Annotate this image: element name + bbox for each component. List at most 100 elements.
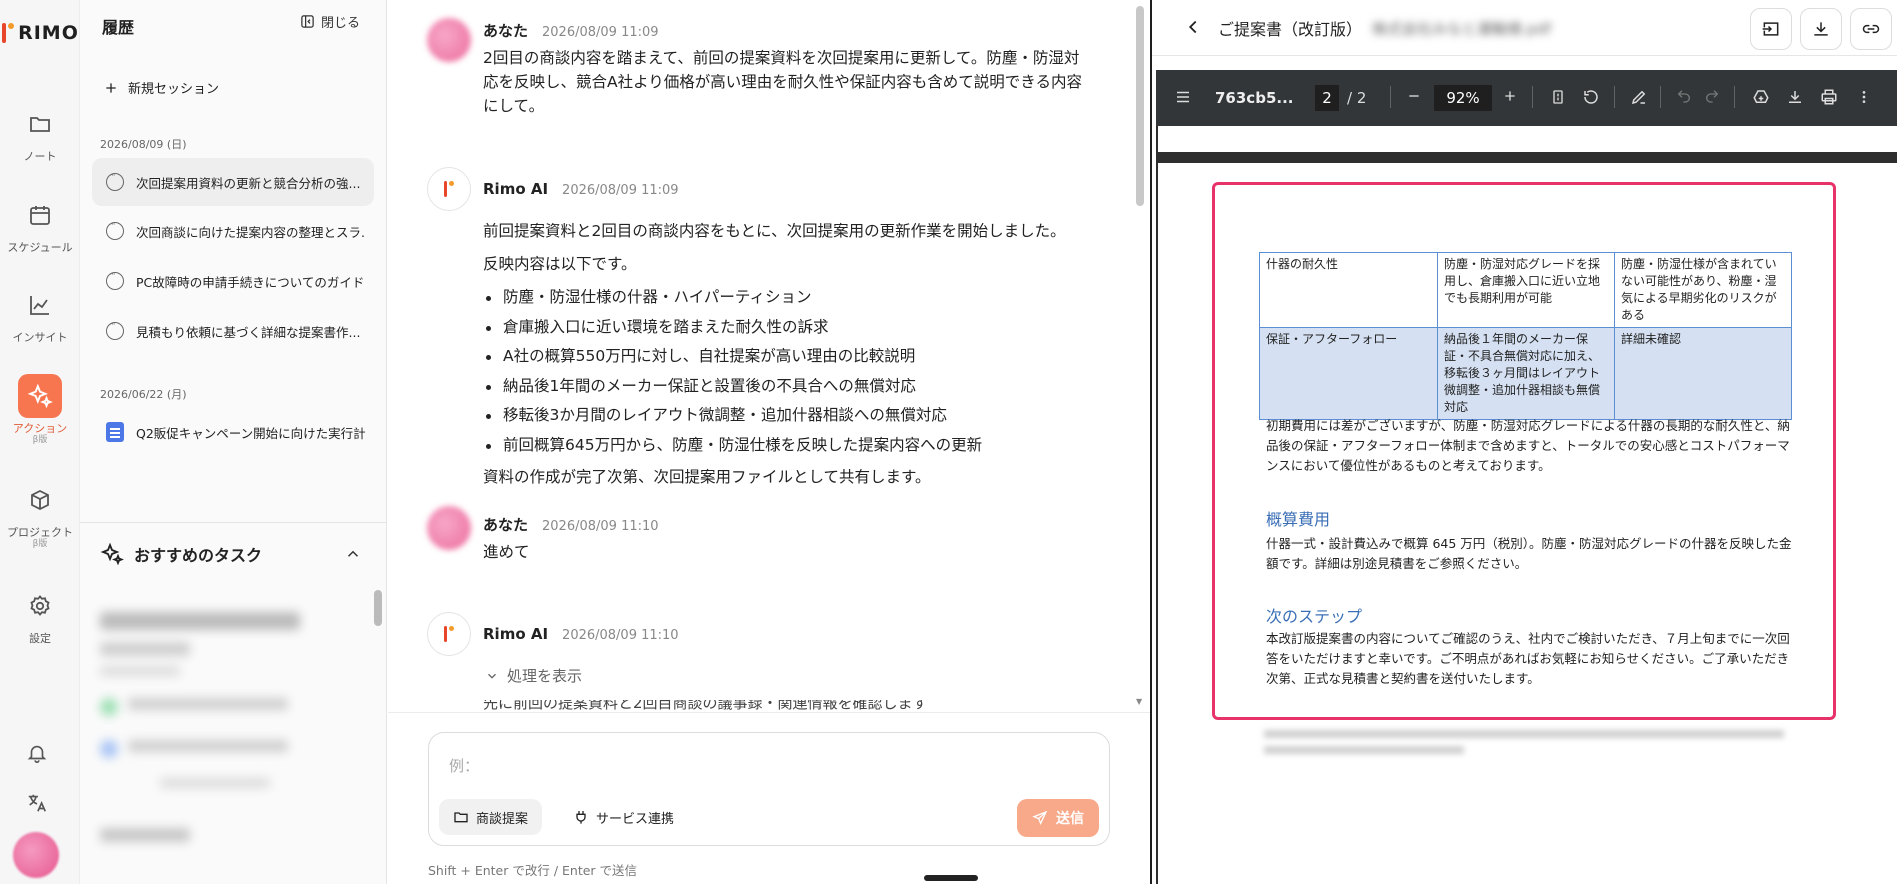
table-cell: 詳細未確認	[1614, 327, 1792, 420]
print-icon[interactable]	[1820, 88, 1838, 110]
close-history-button[interactable]: 閉じる	[300, 12, 360, 31]
drive-save-icon[interactable]	[1752, 88, 1770, 110]
ai-avatar	[427, 167, 471, 211]
doc-paragraph: 什器一式・設計費込みで概算 645 万円（税別）。防塵・防湿対応グレードの什器を…	[1266, 536, 1792, 571]
message-timestamp: 2026/08/09 11:09	[542, 25, 659, 40]
service-integration-label: サービス連携	[596, 811, 675, 827]
user-avatar	[427, 18, 471, 62]
copy-link-button[interactable]	[1850, 8, 1892, 50]
zoom-in-icon[interactable]	[1502, 88, 1518, 108]
nav-project[interactable]: プロジェクト β版	[0, 478, 80, 549]
sidebar-collapse-icon	[301, 15, 314, 28]
list-item: 移転後3か月間のレイアウト微調整・追加什器相談への無償対応	[483, 401, 1103, 431]
table-cell: 防塵・防湿対応グレードを採用し、倉庫搬入口に近い立地でも長期利用が可能	[1437, 252, 1615, 328]
recommended-task-card-blurred[interactable]	[100, 612, 300, 842]
more-vertical-icon[interactable]	[1856, 88, 1872, 110]
message-timestamp: 2026/08/09 11:10	[562, 628, 679, 643]
nav-notes[interactable]: ノート	[0, 102, 80, 163]
message-author: あなた	[483, 516, 529, 534]
panel-divider[interactable]	[1150, 0, 1152, 884]
nav-label: アクション	[12, 422, 68, 435]
rotate-icon[interactable]	[1582, 88, 1600, 110]
nav-beta-badge: β版	[32, 435, 48, 445]
history-date-header: 2026/08/09 (日)	[100, 138, 187, 151]
nav-action[interactable]: アクション β版	[0, 374, 80, 445]
nav-rail: RIMO ノート スケジュール インサイト アクション β版 プロジェクト β版	[0, 0, 80, 884]
project-chip-button[interactable]: 商談提案	[439, 799, 543, 835]
menu-icon[interactable]	[1174, 88, 1192, 110]
fit-page-icon[interactable]	[1550, 88, 1566, 110]
import-button[interactable]	[1750, 8, 1792, 50]
scroll-down-arrow-icon[interactable]: ▼	[1136, 697, 1142, 706]
document-icon	[106, 422, 124, 442]
show-process-toggle[interactable]: 処理を表示	[485, 665, 582, 686]
translate-icon[interactable]	[26, 792, 48, 818]
doc-paragraph: 本改訂版提案書の内容についてご確認のうえ、社内でご検討いただき、７月上旬までに一…	[1266, 631, 1790, 686]
table-row: 保証・アフターフォロー 納品後１年間のメーカー保証・不具合無償対応に加え、移転後…	[1259, 327, 1792, 420]
sparkle-icon	[18, 374, 62, 418]
message-author: Rimo AI	[483, 180, 549, 198]
composer-input[interactable]: 例：	[449, 755, 479, 776]
message-composer: 例： 商談提案 サービス連携 送信	[428, 732, 1110, 846]
composer-hint: Shift + Enter で改行 / Enter で送信	[428, 863, 638, 878]
pdf-page-previous	[1158, 126, 1897, 152]
download-button[interactable]	[1800, 8, 1842, 50]
recommended-tasks-header[interactable]: おすすめのタスク	[100, 542, 262, 566]
doc-heading-next: 次のステップ	[1266, 607, 1363, 626]
viewer-header: ご提案書（改訂版） 株式会社みなと運輸様.pdf	[1152, 0, 1897, 56]
redo-icon[interactable]	[1704, 88, 1720, 108]
chevron-up-icon[interactable]	[344, 545, 362, 567]
nav-label: スケジュール	[7, 241, 73, 254]
close-label: 閉じる	[321, 16, 361, 31]
history-item-label: 次回商談に向けた提案内容の整理とスラ...	[136, 224, 366, 240]
zoom-out-icon[interactable]	[1406, 88, 1422, 108]
history-item[interactable]: 次回商談に向けた提案内容の整理とスラ...	[92, 207, 374, 255]
undo-icon[interactable]	[1676, 88, 1692, 108]
table-row: 什器の耐久性 防塵・防湿対応グレードを採用し、倉庫搬入口に近い立地でも長期利用が…	[1259, 252, 1792, 328]
nav-label: ノート	[23, 150, 57, 163]
zoom-input[interactable]: 92%	[1434, 85, 1492, 111]
rimo-logo[interactable]: RIMO	[0, 20, 80, 46]
send-button[interactable]: 送信	[1017, 799, 1099, 837]
ai-intro-2: 反映内容は以下です。	[483, 255, 637, 273]
message-author: あなた	[483, 22, 529, 40]
toolbar-separator	[1734, 86, 1735, 108]
bell-icon[interactable]	[26, 742, 48, 768]
toolbar-separator	[1660, 86, 1661, 108]
download-icon[interactable]	[1786, 88, 1804, 110]
chat-bubble-icon	[106, 171, 124, 191]
nav-insight[interactable]: インサイト	[0, 283, 80, 344]
divider	[80, 522, 387, 523]
annotate-icon[interactable]	[1630, 88, 1648, 110]
page-total: / 2	[1347, 89, 1367, 107]
sparkle-icon	[100, 542, 124, 566]
page-number-input[interactable]: 2	[1315, 85, 1339, 111]
back-button[interactable]	[1182, 16, 1204, 42]
message-author: Rimo AI	[483, 625, 549, 643]
service-integration-button[interactable]: サービス連携	[559, 799, 688, 835]
link-icon	[1862, 24, 1880, 34]
user-avatar[interactable]	[13, 832, 59, 878]
nav-label: インサイト	[12, 331, 68, 344]
history-item[interactable]: PC故障時の申請手続きについてのガイド	[92, 257, 374, 305]
pdf-file-name: 763cb5...	[1215, 89, 1294, 107]
table-cell: 納品後１年間のメーカー保証・不具合無償対応に加え、移転後３ヶ月間はレイアウト微調…	[1437, 327, 1615, 420]
chat-scrollbar[interactable]	[1136, 6, 1144, 206]
drag-handle[interactable]	[924, 875, 978, 881]
list-item: 防塵・防湿仕様の什器・ハイパーティション	[483, 283, 1103, 313]
chevron-left-icon	[1188, 20, 1197, 34]
recommended-scrollbar[interactable]	[374, 590, 382, 626]
history-item[interactable]: 見積もり依頼に基づく詳細な提案書作...	[92, 307, 374, 355]
nav-schedule[interactable]: スケジュール	[0, 193, 80, 254]
list-item: 納品後1年間のメーカー保証と設置後の不具合への無償対応	[483, 372, 1103, 402]
message-header: Rimo AI 2026/08/09 11:10	[483, 625, 679, 643]
toolbar-separator	[1390, 86, 1391, 108]
nav-beta-badge: β版	[32, 539, 48, 549]
nav-settings[interactable]: 設定	[0, 584, 80, 645]
new-session-button[interactable]: 新規セッション	[104, 78, 219, 97]
message-timestamp: 2026/08/09 11:10	[542, 519, 659, 534]
chat-bubble-icon	[106, 270, 124, 290]
history-item[interactable]: 次回提案用資料の更新と競合分析の強...	[92, 158, 374, 206]
history-item[interactable]: Q2販促キャンペーン開始に向けた実行計...	[92, 408, 374, 456]
comparison-table: 什器の耐久性 防塵・防湿対応グレードを採用し、倉庫搬入口に近い立地でも長期利用が…	[1259, 252, 1792, 420]
